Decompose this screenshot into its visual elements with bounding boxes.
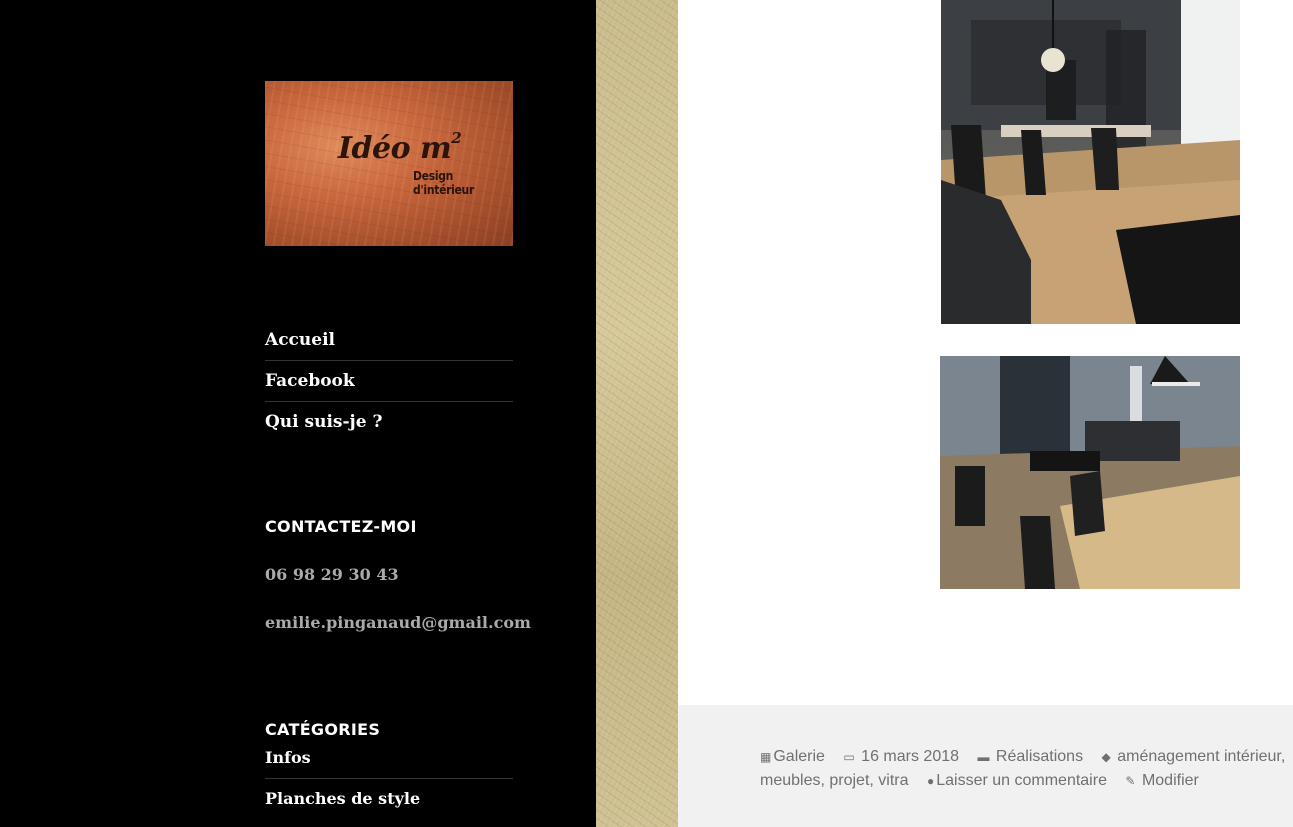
post-category-link[interactable]: ▬ Réalisations — [977, 748, 1083, 765]
entry-meta: ▦ Galerie ▭ 16 mars 2018 ▬ Réalisations ◆… — [760, 745, 1293, 793]
edit-link[interactable]: ✎ Modifier — [1125, 772, 1198, 789]
logo-tagline: Design d'intérieur — [413, 169, 474, 197]
post-tags-continued[interactable]: meubles, projet, vitra — [760, 772, 909, 789]
category-item-infos[interactable]: Infos — [265, 738, 513, 779]
gallery-icon: ▦ — [760, 750, 772, 764]
nav-item-accueil[interactable]: Accueil — [265, 320, 513, 361]
contact-phone: 06 98 29 30 43 — [265, 565, 399, 584]
entry-footer: ▦ Galerie ▭ 16 mars 2018 ▬ Réalisations ◆… — [678, 705, 1293, 827]
post-tags-link[interactable]: ◆ aménagement intérieur, — [1102, 748, 1286, 765]
entry-meta-line-1: ▦ Galerie ▭ 16 mars 2018 ▬ Réalisations ◆… — [760, 745, 1293, 769]
main-menu: Accueil Facebook Qui suis-je ? — [265, 320, 513, 442]
post-date-link[interactable]: ▭ 16 mars 2018 — [843, 748, 959, 765]
categories-widget-title: CATÉGORIES — [265, 720, 381, 739]
contact-widget-title: CONTACTEZ-MOI — [265, 517, 417, 536]
comment-link[interactable]: ● Laisser un commentaire — [927, 772, 1107, 789]
tag-icon: ◆ — [1101, 750, 1111, 764]
site-logo[interactable]: Idéo m2 Design d'intérieur — [265, 81, 513, 246]
gallery-image-kitchen[interactable] — [941, 0, 1240, 324]
paper-texture-divider — [596, 0, 678, 827]
gallery-image-living-room[interactable] — [940, 356, 1240, 589]
pencil-icon: ✎ — [1125, 774, 1136, 788]
post-format-link[interactable]: ▦ Galerie — [760, 748, 825, 765]
comment-icon: ● — [926, 774, 935, 788]
calendar-icon: ▭ — [843, 750, 855, 764]
folder-icon: ▬ — [977, 750, 990, 764]
living-room-photo-graphic — [940, 356, 1240, 589]
entry-meta-line-2: meubles, projet, vitra ● Laisser un comme… — [760, 769, 1293, 793]
contact-email[interactable]: emilie.pinganaud@gmail.com — [265, 613, 531, 632]
nav-item-qui-suis-je[interactable]: Qui suis-je ? — [265, 402, 513, 442]
categories-list: Infos Planches de style — [265, 748, 513, 819]
kitchen-photo-graphic — [941, 0, 1240, 324]
sidebar: Idéo m2 Design d'intérieur Accueil Faceb… — [0, 0, 596, 827]
logo-brand: Idéo m2 — [338, 129, 462, 166]
category-item-planches-de-style[interactable]: Planches de style — [265, 779, 513, 819]
nav-item-facebook[interactable]: Facebook — [265, 361, 513, 402]
